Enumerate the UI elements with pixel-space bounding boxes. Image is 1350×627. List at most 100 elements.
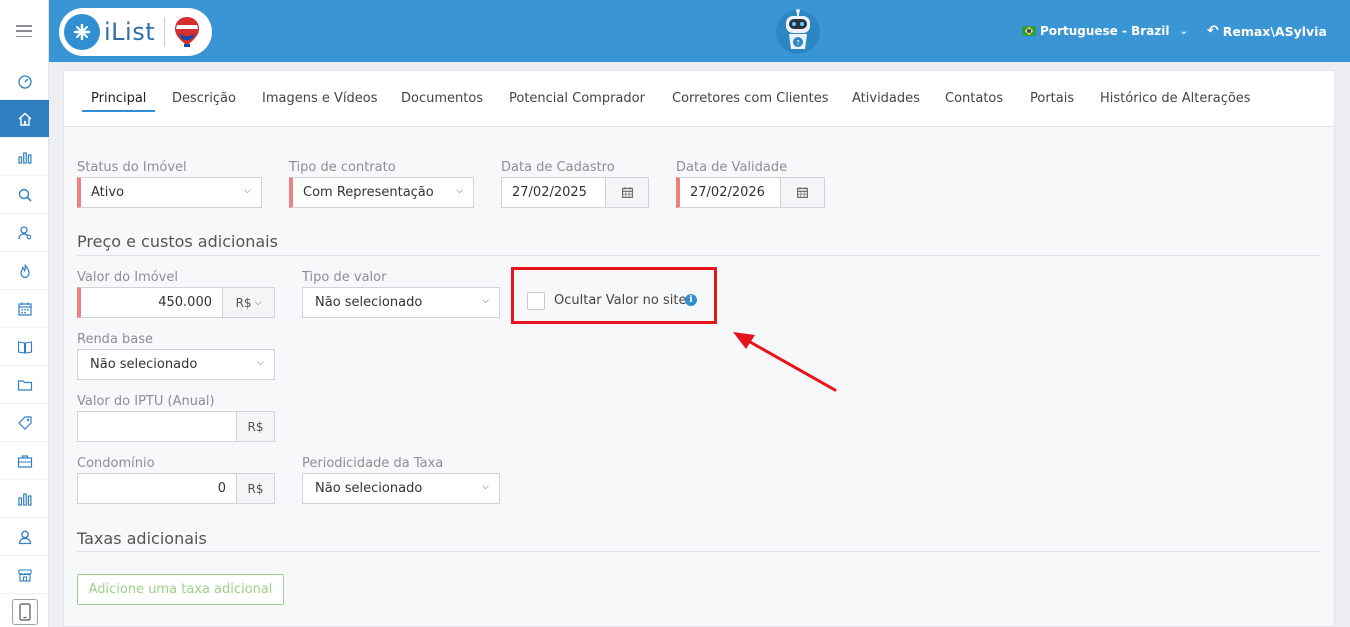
mobile-phone-icon	[19, 603, 31, 621]
condo-currency: R$	[247, 481, 264, 496]
annotation-arrow	[733, 332, 837, 392]
dashboard-icon	[17, 74, 32, 89]
bar-chart-icon	[17, 151, 31, 164]
contract-type-value: Com Representação	[303, 185, 434, 200]
calendar-icon	[797, 187, 808, 198]
return-arrow-icon: ↶	[1207, 23, 1219, 39]
assistant-robot-icon[interactable]: ?	[774, 6, 822, 56]
tag-icon	[17, 415, 32, 430]
sidebar-item-clients[interactable]	[0, 214, 49, 252]
status-value: Ativo	[91, 185, 125, 200]
chevron-down-icon: ⌵	[482, 482, 489, 492]
fees-section-title: Taxas adicionais	[77, 529, 207, 548]
remax-balloon-logo	[173, 15, 201, 49]
top-bar: iList ? Portuguese - Brazil ⌄ ↶ Remax\AS…	[0, 0, 1350, 62]
sidebar-item-search[interactable]	[0, 176, 49, 214]
sidebar-item-store[interactable]	[0, 556, 49, 594]
ilist-logo-icon	[64, 14, 100, 50]
user-menu[interactable]: ↶ Remax\ASylvia	[1207, 22, 1327, 40]
calendar-icon	[621, 187, 633, 198]
condo-value: 0	[217, 481, 226, 496]
sidebar-item-dashboard[interactable]	[0, 62, 49, 100]
validity-date-picker-button[interactable]	[781, 177, 825, 208]
chevron-down-icon: ⌵	[244, 186, 251, 196]
registration-date-input[interactable]: 27/02/2025	[501, 177, 606, 208]
highlight-box	[511, 267, 717, 324]
tab-descricao[interactable]: Descrição	[172, 91, 236, 106]
logo-divider	[164, 17, 166, 47]
price-section-title: Preço e custos adicionais	[77, 232, 278, 251]
folder-icon	[17, 379, 32, 391]
tab-imagens-videos[interactable]: Imagens e Vídeos	[262, 91, 377, 106]
chevron-down-icon: ⌵	[257, 358, 264, 368]
chevron-down-icon: ⌵	[254, 297, 262, 308]
base-income-label: Renda base	[77, 332, 154, 347]
calendar-icon	[17, 302, 32, 316]
sidebar-item-hot-leads[interactable]	[0, 252, 49, 290]
sidebar-item-catalog[interactable]	[0, 328, 49, 366]
sidebar-item-reports[interactable]	[0, 480, 49, 518]
value-type-value: Não selecionado	[315, 295, 423, 310]
registration-date-label: Data de Cadastro	[501, 160, 615, 175]
tab-principal[interactable]: Principal	[81, 91, 156, 112]
tab-corretores-clientes[interactable]: Corretores com Clientes	[672, 91, 829, 106]
condo-input[interactable]: 0	[77, 473, 237, 504]
reports-icon	[17, 492, 31, 506]
sidebar-item-analytics[interactable]	[0, 138, 49, 176]
iptu-input[interactable]	[77, 411, 237, 442]
language-label: Portuguese - Brazil	[1040, 24, 1170, 38]
logo-text: iList	[104, 18, 156, 46]
property-value-value: 450.000	[158, 295, 212, 310]
sidebar-item-calendar[interactable]	[0, 290, 49, 328]
contract-type-select[interactable]: Com Representação ⌵	[289, 177, 474, 208]
registration-date-picker-button[interactable]	[606, 177, 649, 208]
value-type-label: Tipo de valor	[302, 270, 387, 285]
fee-frequency-select[interactable]: Não selecionado ⌵	[302, 473, 500, 504]
tab-documentos[interactable]: Documentos	[401, 91, 483, 106]
property-value-label: Valor do Imóvel	[77, 270, 178, 285]
sidebar-item-home[interactable]	[0, 100, 49, 138]
chevron-down-icon: ⌵	[456, 186, 463, 196]
app-logo[interactable]: iList	[59, 8, 212, 56]
sidebar-item-business[interactable]	[0, 442, 49, 480]
book-icon	[17, 340, 32, 354]
currency-value: R$	[235, 295, 252, 310]
currency-select[interactable]: R$ ⌵	[223, 287, 275, 318]
contract-type-label: Tipo de contrato	[289, 160, 396, 175]
tab-contatos[interactable]: Contatos	[945, 91, 1003, 106]
status-select[interactable]: Ativo ⌵	[77, 177, 262, 208]
section-divider	[77, 255, 1320, 256]
validity-date-label: Data de Validade	[676, 160, 788, 175]
svg-text:?: ?	[796, 39, 800, 47]
fee-frequency-value: Não selecionado	[315, 481, 423, 496]
store-icon	[17, 568, 32, 582]
tab-bar: Principal Descrição Imagens e Vídeos Doc…	[64, 71, 1334, 127]
sidebar	[0, 62, 49, 627]
tab-historico-alteracoes[interactable]: Histórico de Alterações	[1100, 91, 1251, 106]
mobile-app-button[interactable]	[12, 599, 38, 625]
status-label: Status do Imóvel	[77, 160, 187, 175]
user-name: Remax\ASylvia	[1222, 23, 1327, 39]
base-income-select[interactable]: Não selecionado ⌵	[77, 349, 275, 380]
section-divider	[77, 551, 1320, 552]
iptu-currency-addon: R$	[237, 411, 275, 442]
language-selector[interactable]: Portuguese - Brazil ⌄	[1022, 22, 1188, 40]
chevron-down-icon: ⌄	[1179, 25, 1188, 37]
add-fee-button[interactable]: Adicione uma taxa adicional	[77, 574, 284, 605]
base-income-value: Não selecionado	[90, 357, 198, 372]
sidebar-item-files[interactable]	[0, 366, 49, 404]
tab-atividades[interactable]: Atividades	[852, 91, 920, 106]
chevron-down-icon: ⌵	[482, 296, 489, 306]
sidebar-item-profile[interactable]	[0, 518, 49, 556]
tab-portais[interactable]: Portais	[1030, 91, 1074, 106]
validity-date-input[interactable]: 27/02/2026	[676, 177, 781, 208]
condo-currency-addon: R$	[237, 473, 275, 504]
value-type-select[interactable]: Não selecionado ⌵	[302, 287, 500, 318]
property-value-input[interactable]: 450.000	[77, 287, 223, 318]
menu-toggle-button[interactable]	[0, 0, 49, 62]
briefcase-icon	[17, 454, 32, 468]
condo-label: Condomínio	[77, 456, 155, 471]
user-search-icon	[17, 225, 31, 239]
sidebar-item-tags[interactable]	[0, 404, 49, 442]
tab-potencial-comprador[interactable]: Potencial Comprador	[509, 91, 645, 106]
